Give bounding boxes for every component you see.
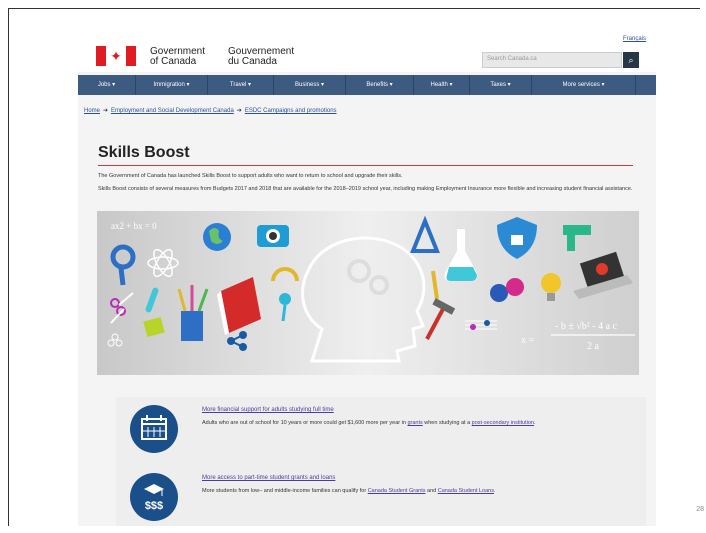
card-2-text-middle: and (425, 488, 438, 494)
card-1-text-before: Adults who are out of school for 10 year… (202, 420, 408, 426)
search-input[interactable]: Search Canada.ca (482, 52, 622, 68)
microphone-icon (279, 293, 291, 305)
flag-bar-right (126, 46, 136, 66)
lock-icon (511, 235, 523, 245)
nav-item-taxes[interactable]: Taxes ▾ (470, 75, 532, 95)
card-1-text: Adults who are out of school for 10 year… (202, 419, 622, 427)
page-title: Skills Boost (98, 144, 190, 161)
government-of-canada-signature: Government of Canada (150, 47, 205, 67)
details-paragraph: Skills Boost consists of several measure… (98, 186, 633, 192)
card-1-title-link[interactable]: More financial support for adults studyi… (202, 407, 334, 413)
formula-numerator-text: - b ± √b² - 4 a c (555, 321, 618, 332)
search-button[interactable]: ⌕ (623, 52, 639, 68)
webpage-screenshot: ✦ Government of Canada Gouvernement du C… (78, 30, 656, 526)
gov-fr-line2: du Canada (228, 56, 277, 67)
paintbrush-icon (431, 270, 439, 300)
pencil-icon (177, 288, 187, 312)
feature-cards: More financial support for adults studyi… (116, 397, 646, 526)
drama-mask-icon (506, 278, 524, 296)
skills-boost-banner-image: ax2 + bx = 0 x = - b ± √b² - 4 a c 2 a (97, 211, 639, 375)
title-divider (98, 165, 633, 166)
card-2-link-loans[interactable]: Canada Student Loans (438, 488, 494, 494)
triangle-ruler-icon (410, 215, 440, 253)
graduation-money-graphic: $$$ (144, 484, 164, 512)
flask-liquid (446, 267, 477, 281)
head-outline-icon (301, 236, 426, 363)
atom-icon (147, 248, 179, 278)
flag-bar-left (96, 46, 106, 66)
lightbulb-icon (541, 273, 561, 293)
formula-top-text: ax2 + bx = 0 (111, 221, 157, 231)
drill-handle (567, 235, 575, 251)
graduation-money-icon: $$$ (130, 473, 178, 521)
pencil-cup-icon (181, 311, 203, 341)
slide-number: 28 (696, 506, 704, 513)
music-notes-icon (465, 320, 497, 330)
magnifier-icon (110, 244, 136, 270)
gouvernement-du-canada-signature: Gouvernement du Canada (228, 47, 294, 67)
calendar-graphic (141, 415, 167, 440)
nav-item-health[interactable]: Health ▾ (414, 75, 470, 95)
card-2-text-before: More students from low– and middle-incom… (202, 488, 368, 494)
site-header: ✦ Government of Canada Gouvernement du C… (78, 30, 656, 72)
card-2-text: More students from low– and middle-incom… (202, 487, 622, 495)
main-nav: Jobs ▾ Immigration ▾ Travel ▾ Business ▾… (78, 75, 656, 95)
language-toggle-link[interactable]: Français (623, 36, 646, 42)
nav-item-benefits[interactable]: Benefits ▾ (346, 75, 414, 95)
maple-leaf-icon: ✦ (110, 48, 122, 64)
calendar-icon (130, 405, 178, 453)
gear-icon (369, 275, 389, 295)
card-2-text-after: . (494, 488, 496, 494)
formula-denominator-text: 2 a (587, 341, 600, 352)
notebook-icon (143, 316, 165, 338)
nav-item-immigration[interactable]: Immigration ▾ (136, 75, 208, 95)
drama-mask-icon (490, 284, 508, 302)
molecule-icon (107, 333, 123, 347)
hammer-head (432, 298, 456, 315)
pencil-icon (197, 288, 209, 312)
magnifier-handle (118, 267, 126, 286)
gear-icon (347, 259, 371, 283)
test-tube-icon (145, 287, 159, 313)
breadcrumb: Home ➔ Employment and Social Development C… (84, 107, 337, 114)
breadcrumb-home[interactable]: Home (84, 108, 100, 114)
card-1-text-middle: when studying at a (422, 420, 472, 426)
breadcrumb-esdc[interactable]: Employment and Social Development Canada (111, 108, 234, 114)
formula-x-text: x = (521, 335, 535, 346)
scissors-icon (110, 292, 134, 324)
card-1-link-institution[interactable]: post-secondary institution (472, 420, 534, 426)
laptop-screen-circle (596, 263, 608, 275)
banner-illustration: ax2 + bx = 0 x = - b ± √b² - 4 a c 2 a (107, 215, 635, 363)
card-1-text-after: . (534, 420, 536, 426)
lightbulb-base (547, 293, 555, 301)
drill-icon (563, 225, 591, 235)
card-1-link-grants[interactable]: grants (407, 420, 422, 426)
nav-item-more-services[interactable]: More services ▾ (532, 75, 636, 95)
card-2-title-link[interactable]: More access to part-time student grants … (202, 475, 335, 481)
canada-flag-logo[interactable]: ✦ (96, 46, 136, 66)
breadcrumb-separator: ➔ (103, 108, 109, 114)
camera-lens-inner (269, 232, 277, 240)
microphone-stand (281, 304, 287, 322)
nav-item-travel[interactable]: Travel ▾ (208, 75, 274, 95)
intro-paragraph: The Government of Canada has launched Sk… (98, 173, 403, 179)
card-2-link-grants[interactable]: Canada Student Grants (368, 488, 426, 494)
money-symbol-text: $$$ (145, 500, 163, 512)
nav-filler (636, 75, 656, 95)
search-icon: ⌕ (628, 55, 634, 65)
breadcrumb-separator: ➔ (236, 108, 242, 114)
breadcrumb-campaigns[interactable]: ESDC Campaigns and promotions (245, 108, 337, 114)
nav-item-jobs[interactable]: Jobs ▾ (78, 75, 136, 95)
nav-item-business[interactable]: Business ▾ (274, 75, 346, 95)
share-icon (227, 331, 247, 351)
headphones-icon (271, 267, 299, 282)
gov-en-line2: of Canada (150, 56, 197, 67)
hammer-icon (425, 308, 445, 340)
